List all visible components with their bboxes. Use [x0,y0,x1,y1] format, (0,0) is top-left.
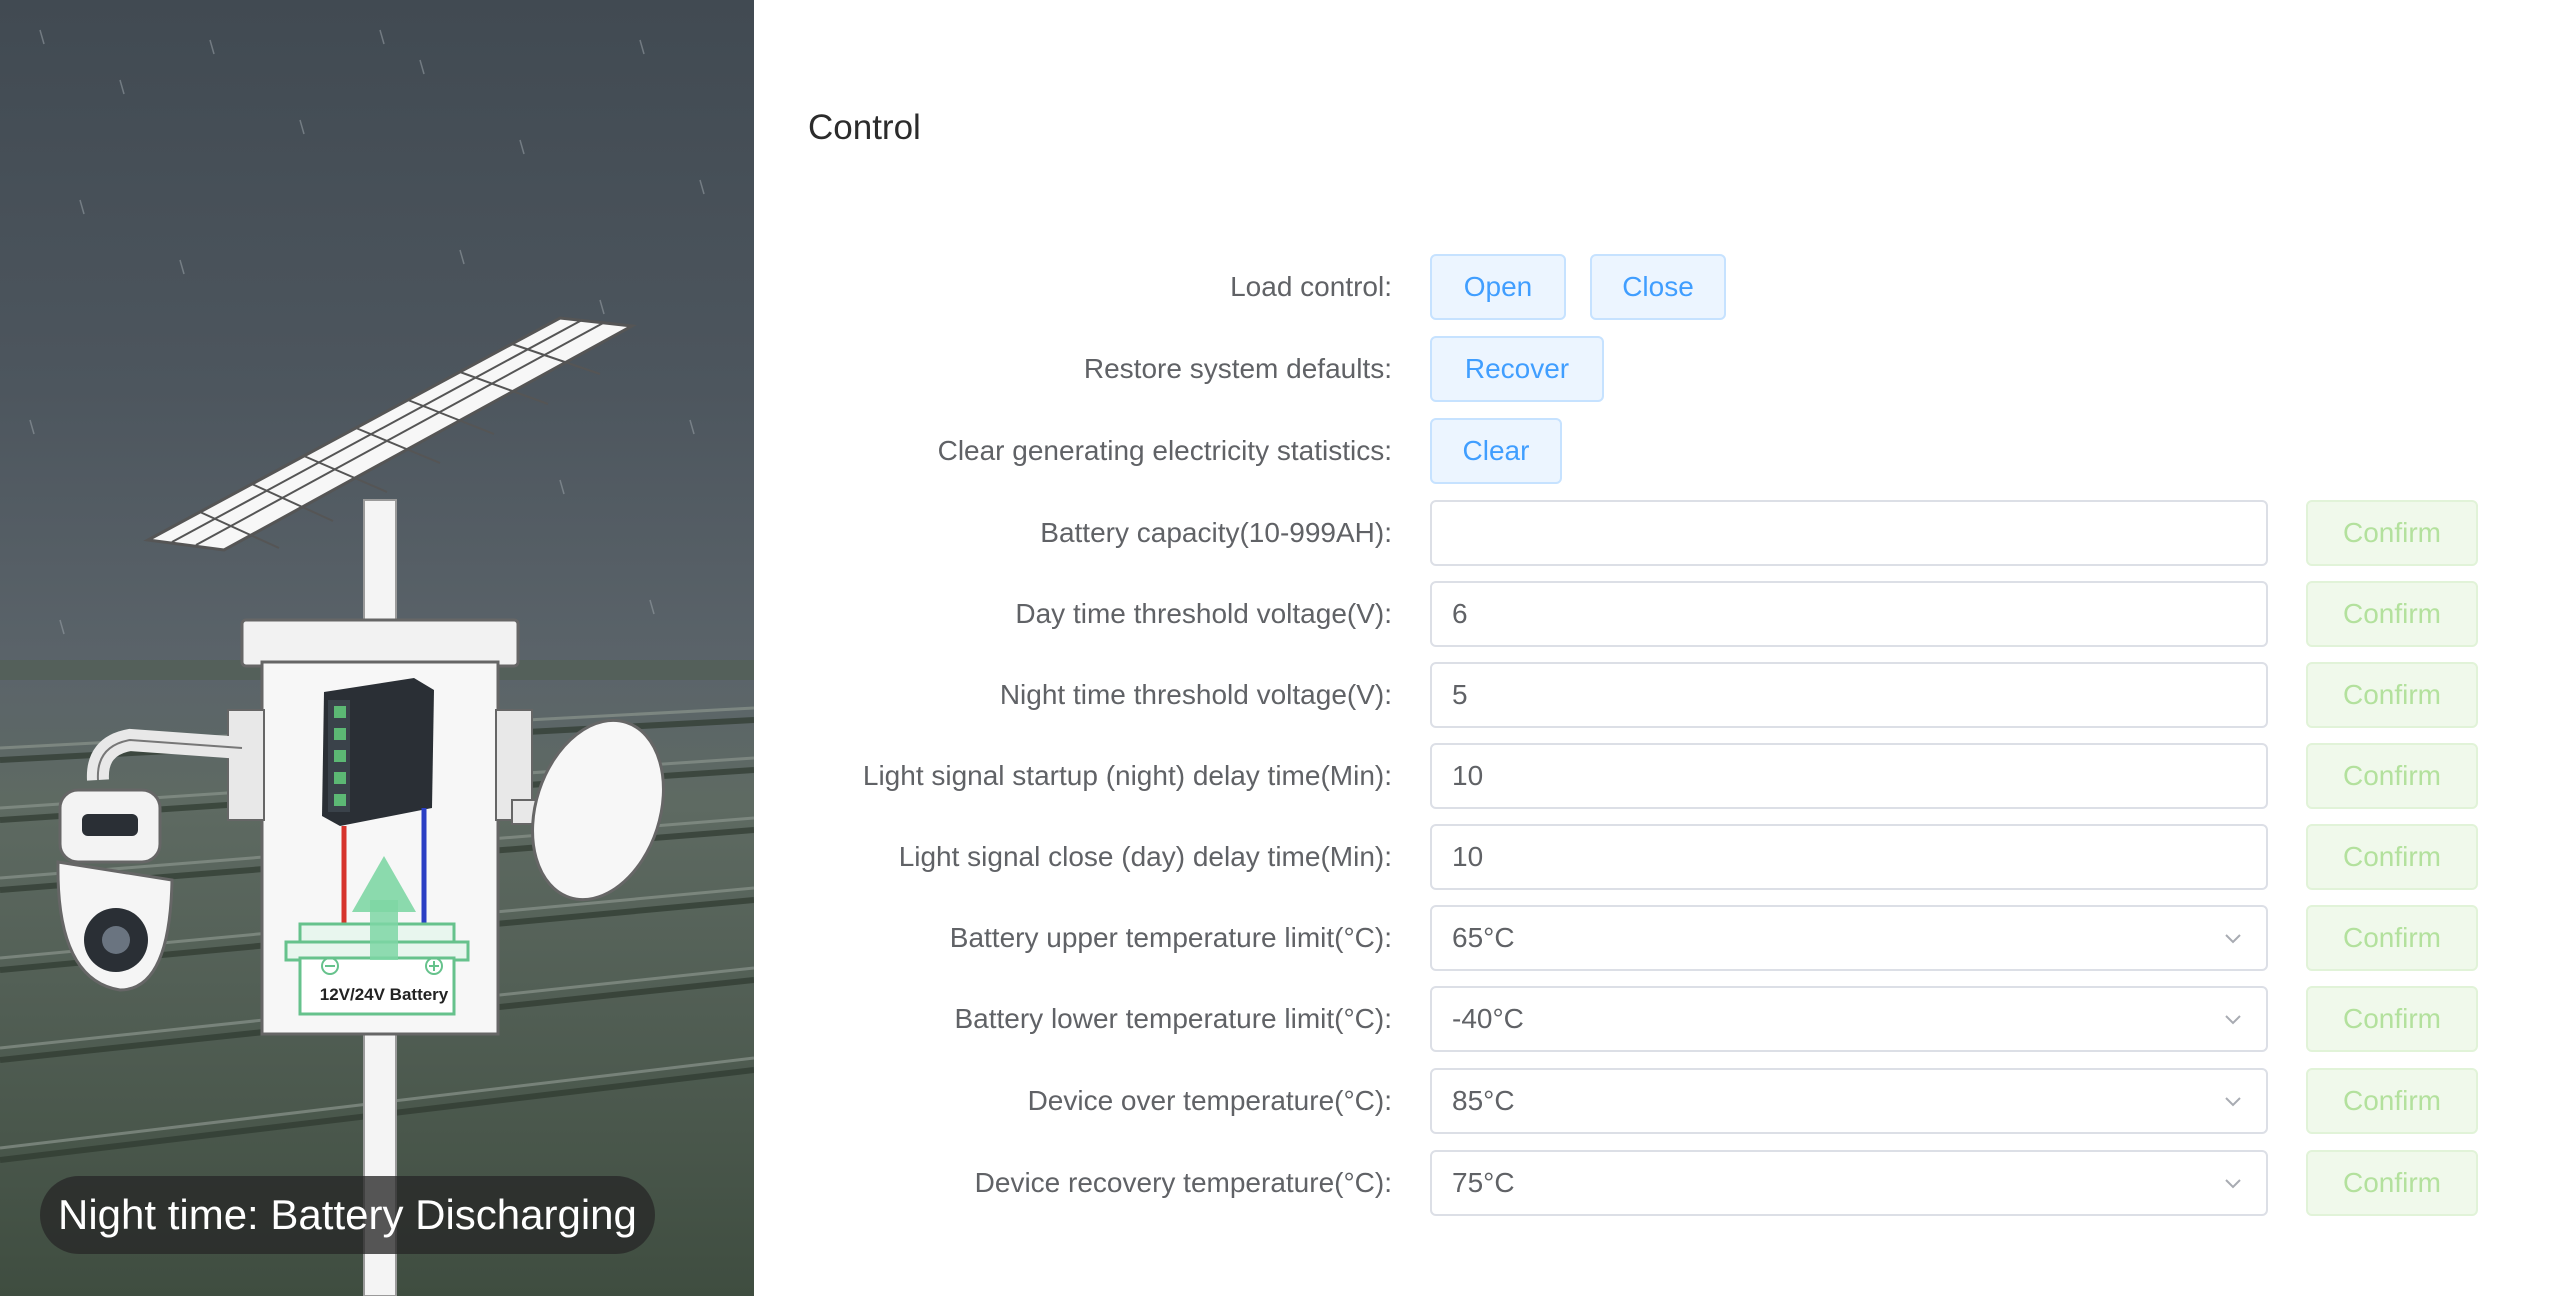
battery-capacity-row: Battery capacity(10-999AH): Confirm [754,500,2560,566]
field-label: Light signal close (day) delay time(Min)… [898,841,1392,872]
close-delay-row: Light signal close (day) delay time(Min)… [754,824,2560,890]
chevron-down-icon [2225,1179,2241,1189]
clear-stats-row: Clear generating electricity statistics:… [754,418,2560,484]
field-label: Light signal startup (night) delay time(… [862,760,1392,791]
battery-capacity-input[interactable] [1430,500,2268,566]
restore-defaults-label: Restore system defaults: [1083,353,1392,384]
load-control-row: Load control: Open Close [754,254,2560,320]
startup-delay-input[interactable] [1430,743,2268,809]
page-title: Control [808,108,921,147]
device-over-temp-select[interactable]: 85°C [1430,1068,2268,1134]
battery-lower-temp-row: Battery lower temperature limit(°C): -40… [754,986,2560,1052]
confirm-button[interactable]: Confirm [2306,905,2478,971]
chevron-down-icon [2225,1015,2241,1025]
select-value: -40°C [1452,1003,1524,1034]
confirm-button[interactable]: Confirm [2306,581,2478,647]
field-label: Battery upper temperature limit(°C): [949,922,1392,953]
scene-caption: Night time: Battery Discharging [40,1176,655,1254]
day-threshold-input[interactable] [1430,581,2268,647]
confirm-button[interactable]: Confirm [2306,986,2478,1052]
field-label: Device over temperature(°C): [1027,1085,1392,1116]
chevron-down-icon [2225,1097,2241,1107]
recover-button[interactable]: Recover [1430,336,1604,402]
confirm-button[interactable]: Confirm [2306,500,2478,566]
field-label: Device recovery temperature(°C): [974,1167,1392,1198]
battery-label: 12V/24V Battery [320,985,449,1004]
close-button[interactable]: Close [1590,254,1726,320]
clear-stats-label: Clear generating electricity statistics: [937,435,1392,466]
battery-upper-temp-select[interactable]: 65°C [1430,905,2268,971]
device-recovery-temp-row: Device recovery temperature(°C): 75°C Co… [754,1150,2560,1216]
field-label: Day time threshold voltage(V): [1015,598,1392,629]
confirm-button[interactable]: Confirm [2306,743,2478,809]
chevron-down-icon [2225,934,2241,944]
day-threshold-row: Day time threshold voltage(V): Confirm [754,581,2560,647]
confirm-button[interactable]: Confirm [2306,1068,2478,1134]
select-value: 65°C [1452,922,1515,953]
startup-delay-row: Light signal startup (night) delay time(… [754,743,2560,809]
night-threshold-input[interactable] [1430,662,2268,728]
load-control-label: Load control: [1230,271,1392,302]
night-threshold-row: Night time threshold voltage(V): Confirm [754,662,2560,728]
battery-lower-temp-select[interactable]: -40°C [1430,986,2268,1052]
confirm-button[interactable]: Confirm [2306,1150,2478,1216]
restore-defaults-row: Restore system defaults: Recover [754,336,2560,402]
device-over-temp-row: Device over temperature(°C): 85°C Confir… [754,1068,2560,1134]
device-recovery-temp-select[interactable]: 75°C [1430,1150,2268,1216]
battery-upper-temp-row: Battery upper temperature limit(°C): 65°… [754,905,2560,971]
field-label: Battery capacity(10-999AH): [1040,517,1392,548]
confirm-button[interactable]: Confirm [2306,662,2478,728]
solar-pole-illustration: 12V/24V Battery [0,29,754,1296]
select-value: 75°C [1452,1167,1515,1198]
control-panel: Control Load control: Open Close Restore… [754,0,2560,1296]
close-delay-input[interactable] [1430,824,2268,890]
confirm-button[interactable]: Confirm [2306,824,2478,890]
field-label: Battery lower temperature limit(°C): [954,1003,1392,1034]
field-label: Night time threshold voltage(V): [999,679,1392,710]
illustration-panel: 12V/24V Battery Night time: Battery Disc… [0,0,754,1296]
clear-button[interactable]: Clear [1430,418,1562,484]
open-button[interactable]: Open [1430,254,1566,320]
select-value: 85°C [1452,1085,1515,1116]
